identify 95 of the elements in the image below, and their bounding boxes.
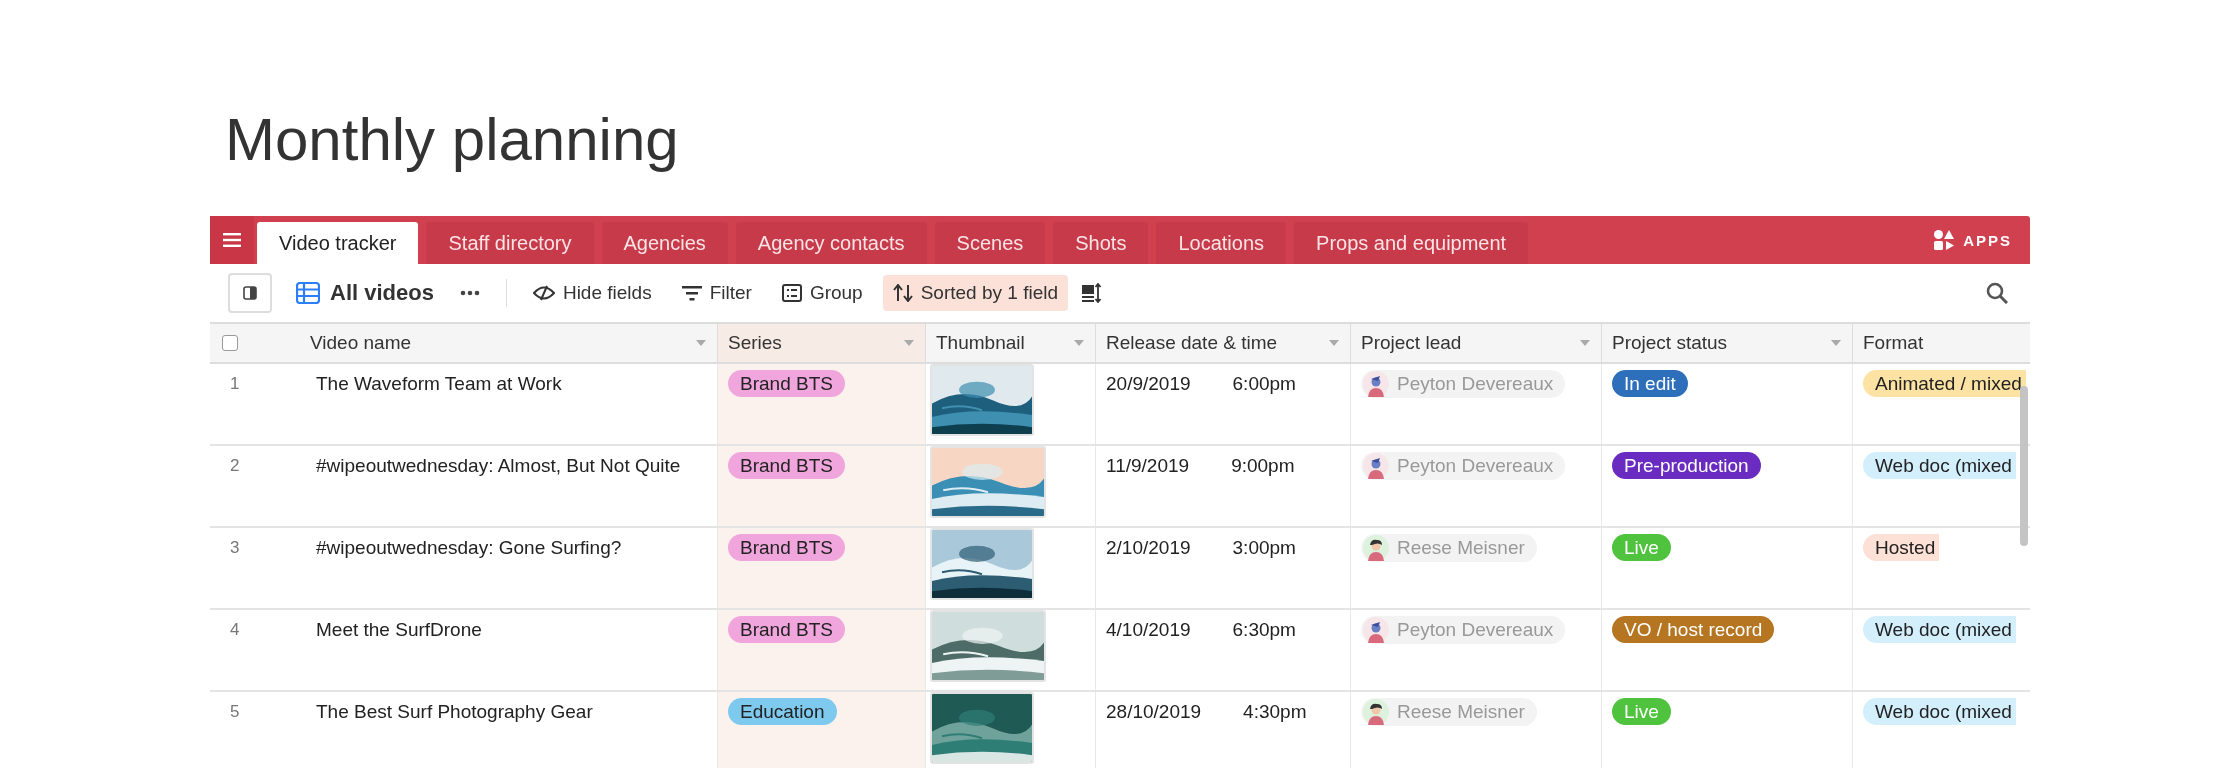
column-header-label: Project status [1612, 332, 1728, 354]
series-tag: Brand BTS [728, 534, 845, 561]
series-tag: Education [728, 698, 837, 725]
avatar-icon [1363, 699, 1389, 725]
column-header-cell[interactable]: Release date & time [1095, 324, 1350, 362]
sidebar-icon [243, 286, 257, 300]
row-number: 1 [230, 374, 240, 393]
row-height-icon [1082, 283, 1102, 303]
table-cell: The Best Surf Photography Gear [316, 701, 593, 722]
table-cell-text: 3:00pm [1232, 536, 1296, 560]
column-header-label: Thumbnail [936, 332, 1025, 354]
column-header-cell[interactable]: Thumbnail [925, 324, 1095, 362]
column-header-cell[interactable]: Series [717, 324, 925, 362]
table-cell-text: 2/10/2019 [1106, 536, 1191, 560]
table-cell-text: 4:30pm [1243, 700, 1307, 724]
status-tag: Live [1612, 534, 1671, 561]
table-cell-text: 9:00pm [1231, 454, 1295, 478]
tab[interactable]: Scenes [934, 222, 1046, 264]
avatar-icon [1363, 535, 1389, 561]
row-number: 4 [230, 620, 240, 639]
column-header-label: Release date & time [1106, 332, 1278, 354]
column-header-cell[interactable]: Format [1852, 324, 2030, 362]
status-tag: In edit [1612, 370, 1688, 397]
table-cell: #wipeoutwednesday: Almost, But Not Quite [316, 455, 681, 476]
sort-icon [892, 284, 913, 302]
format-tag: Animated / mixed [1863, 370, 2026, 397]
row-number: 5 [230, 702, 240, 721]
sidebar-toggle-button[interactable] [228, 273, 272, 313]
grid-view-icon [296, 282, 320, 304]
table-cell-text: 20/9/2019 [1106, 372, 1191, 396]
series-tag: Brand BTS [728, 452, 845, 479]
table-cell-text: 4/10/2019 [1106, 618, 1191, 642]
caret-icon[interactable] [1328, 339, 1340, 347]
tab[interactable]: Props and equipment [1294, 222, 1529, 264]
table-cell: The Waveform Team at Work [316, 373, 562, 394]
person-chip: Peyton Devereaux [1361, 370, 1566, 398]
tab[interactable]: Locations [1156, 222, 1287, 264]
column-header-label: Series [728, 332, 782, 354]
hide-fields-icon [532, 285, 555, 301]
format-tag: Web doc (mixed [1863, 616, 2016, 643]
person-chip: Peyton Devereaux [1361, 616, 1566, 644]
apps-icon [1933, 229, 1956, 251]
page-title: Monthly planning [225, 105, 680, 175]
toolbar-button[interactable]: Group [771, 275, 873, 311]
column-header-cell[interactable]: Video name [300, 324, 717, 362]
tab[interactable]: Agencies [601, 222, 728, 264]
avatar-icon [1363, 617, 1389, 643]
status-tag: Live [1612, 698, 1671, 725]
column-header-cell[interactable]: Project lead [1350, 324, 1601, 362]
caret-icon[interactable] [1579, 339, 1591, 347]
person-chip: Peyton Devereaux [1361, 452, 1566, 480]
series-tag: Brand BTS [728, 616, 845, 643]
table-cell: #wipeoutwednesday: Gone Surfing? [316, 537, 622, 558]
caret-icon[interactable] [903, 339, 915, 347]
toolbar-button[interactable]: Sorted by 1 field [882, 275, 1068, 311]
caret-icon[interactable] [695, 339, 707, 347]
row-number: 3 [230, 538, 240, 557]
caret-icon[interactable] [1830, 339, 1842, 347]
toolbar-button[interactable]: Filter [671, 275, 762, 311]
view-switcher[interactable]: All videos [296, 280, 434, 306]
column-header-label: Format [1863, 332, 1924, 354]
person-chip: Reese Meisner [1361, 534, 1537, 562]
table-cell-text: 6:00pm [1232, 372, 1296, 396]
table-cell-text: 28/10/2019 [1106, 700, 1202, 724]
apps-button[interactable]: APPS [1927, 228, 2018, 252]
search-icon [1986, 282, 2008, 304]
tab[interactable]: Shots [1053, 222, 1149, 264]
column-header-cell[interactable]: Project status [1601, 324, 1852, 362]
tab[interactable]: Agency contacts [735, 222, 927, 264]
menu-icon [223, 233, 241, 247]
series-tag: Brand BTS [728, 370, 845, 397]
toolbar-button[interactable]: Hide fields [522, 275, 662, 311]
format-tag: Web doc (mixed [1863, 452, 2016, 479]
avatar-icon [1363, 453, 1389, 479]
avatar-icon [1363, 371, 1389, 397]
select-all-checkbox[interactable] [222, 335, 238, 351]
person-chip: Reese Meisner [1361, 698, 1537, 726]
menu-button[interactable] [210, 216, 254, 264]
scrollbar[interactable] [2020, 386, 2028, 546]
table-cell-text: 11/9/2019 [1106, 454, 1190, 478]
filter-icon [681, 285, 702, 301]
format-tag: Hosted [1863, 534, 1940, 561]
column-header-label: Video name [310, 332, 412, 354]
status-tag: VO / host record [1612, 616, 1775, 643]
tab[interactable]: Staff directory [426, 222, 594, 264]
more-icon [459, 290, 480, 296]
table-cell-text: 6:30pm [1232, 618, 1296, 642]
caret-icon[interactable] [1073, 339, 1085, 347]
row-number: 2 [230, 456, 240, 475]
table-cell: Meet the SurfDrone [316, 619, 482, 640]
format-tag: Web doc (mixed [1863, 698, 2016, 725]
tab[interactable]: Video tracker [257, 222, 419, 264]
column-header-label: Project lead [1361, 332, 1462, 354]
group-icon [781, 284, 802, 302]
status-tag: Pre-production [1612, 452, 1761, 479]
